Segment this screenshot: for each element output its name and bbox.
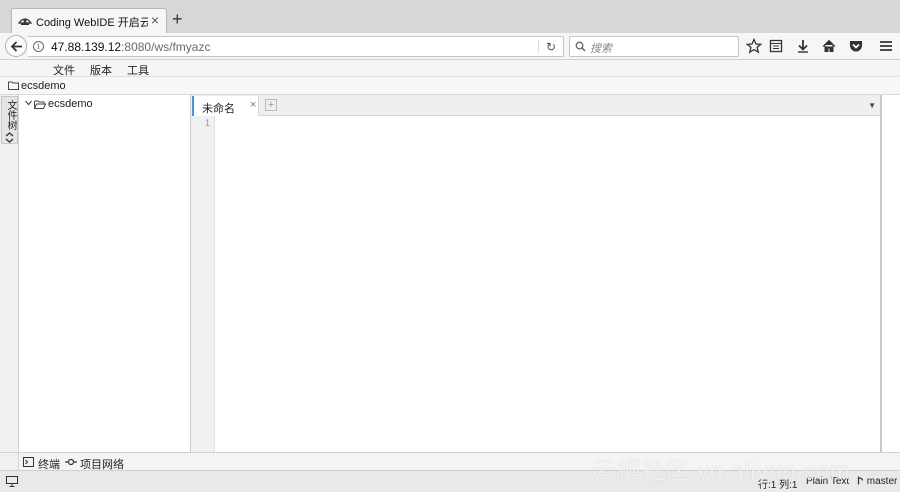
monitor-icon[interactable] [6,476,18,487]
breadcrumb-workspace[interactable]: ecsdemo [21,80,66,92]
url-bar[interactable]: i 47.88.139.12:8080/ws/fmyazc ↻ [28,36,564,57]
info-icon[interactable]: i [33,41,44,52]
git-branch-label: master [866,476,898,487]
folder-icon [8,81,19,90]
right-panel-gap [882,95,900,452]
menu-version[interactable]: 版本 [90,62,112,78]
breadcrumb: ecsdemo [0,77,900,95]
cursor-position[interactable]: 行:1 列:1 [758,476,797,491]
status-bar: 行:1 列:1 Plain Text master [0,470,900,492]
terminal-icon [23,457,34,467]
menu-file[interactable]: 文件 [53,62,75,78]
expand-collapse-icon [5,132,14,143]
search-placeholder: 搜索 [590,43,612,55]
menu-tools[interactable]: 工具 [127,62,149,78]
browser-tab-title: Coding WebIDE 开启云端开发模式 [36,17,148,29]
code-editor[interactable] [216,116,880,452]
coding-logo-icon [18,18,32,25]
ide-menubar: 文件 版本 工具 [0,60,900,77]
bottom-panel-tabs: 终端 项目网络 [19,452,900,471]
reload-icon[interactable]: ↻ [546,40,556,54]
search-bar[interactable]: 搜索 [569,36,739,57]
back-icon [10,41,22,52]
tree-item-label: ecsdemo [48,98,93,110]
tab-file-tree[interactable]: 文件树 [1,96,18,144]
pocket-icon[interactable] [848,38,864,54]
side-panel-strip: 文件树 [0,95,19,452]
git-branch[interactable]: master [857,476,897,487]
tab-close-icon[interactable]: × [151,12,159,28]
line-number: 1 [204,119,210,129]
hamburger-menu-icon[interactable] [878,38,894,54]
reading-list-icon[interactable] [768,38,784,54]
language-mode[interactable]: Plain Text [806,476,849,487]
network-commit-icon [65,458,77,466]
search-icon [575,41,586,52]
editor-tab-bar: 未命名 × + ▼ [191,95,880,116]
browser-tab-strip: Coding WebIDE 开启云端开发模式 × + [0,0,900,33]
add-tab-button[interactable]: + [265,99,277,111]
home-icon[interactable] [821,38,837,54]
url-text[interactable]: 47.88.139.12:8080/ws/fmyazc [51,40,210,54]
editor-pane: 未命名 × + ▼ 1 [191,95,882,452]
download-icon[interactable] [795,38,811,54]
git-branch-icon [857,476,864,485]
chevron-down-icon[interactable] [25,100,32,106]
new-tab-button[interactable]: + [172,10,183,28]
editor-tab-close-icon[interactable]: × [250,99,256,111]
editor-tab-menu-icon[interactable]: ▼ [868,101,876,110]
tab-file-tree-label: 文件树 [5,100,16,130]
browser-tab[interactable]: Coding WebIDE 开启云端开发模式 × [11,8,167,33]
editor-tab-label: 未命名 [202,103,235,115]
bottom-left-strip [0,452,19,470]
bookmark-star-icon[interactable] [746,38,762,54]
navigation-bar: i 47.88.139.12:8080/ws/fmyazc ↻ 搜索 [0,33,900,60]
back-button[interactable] [5,35,27,57]
file-tree-panel: ecsdemo [19,95,191,452]
line-number-gutter: 1 [191,116,215,452]
url-divider [538,40,539,53]
folder-open-icon [34,100,46,109]
editor-tab-untitled[interactable]: 未命名 × [192,96,259,116]
